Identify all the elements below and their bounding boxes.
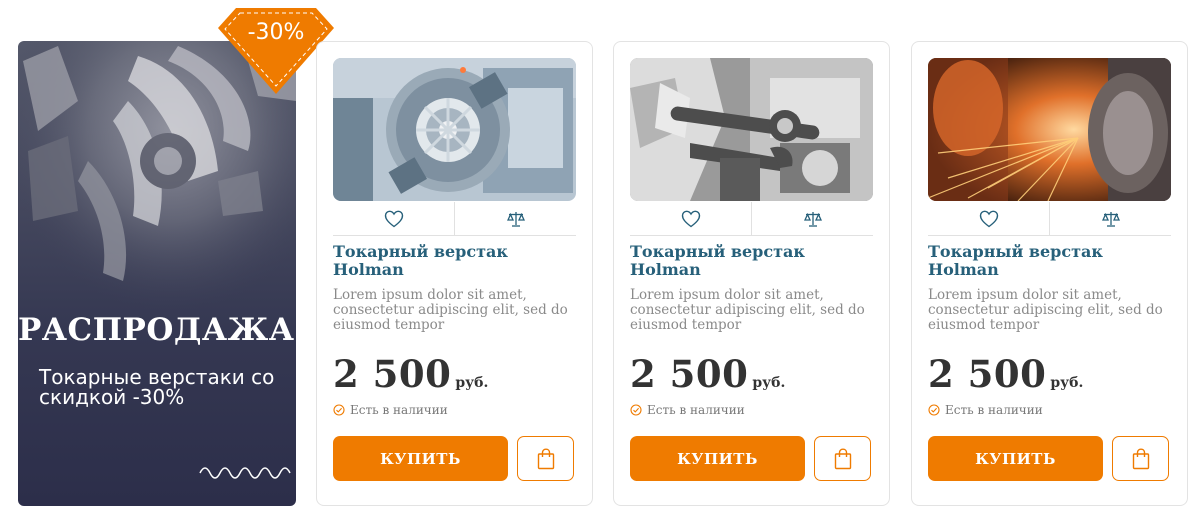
shopping-bag-icon — [1132, 447, 1149, 469]
sale-banner[interactable]: РАСПРОДАЖА Токарные верстаки со скидкой … — [18, 41, 296, 506]
stock-status: Есть в наличии — [630, 403, 745, 417]
price-value: 2 500 — [333, 352, 452, 396]
stock-status: Есть в наличии — [928, 403, 1043, 417]
product-image[interactable] — [630, 58, 873, 201]
stock-label: Есть в наличии — [647, 403, 745, 417]
price-currency: руб. — [1050, 375, 1084, 391]
product-title[interactable]: Токарный верстак Holman — [333, 243, 563, 279]
product-description: Lorem ipsum dolor sit amet, consectetur … — [928, 287, 1163, 333]
stock-status: Есть в наличии — [333, 403, 448, 417]
compare-button[interactable] — [751, 202, 873, 235]
product-description: Lorem ipsum dolor sit amet, consectetur … — [333, 287, 568, 333]
sale-subtitle: Токарные верстаки со скидкой -30% — [39, 365, 275, 409]
buy-button[interactable]: КУПИТЬ — [928, 436, 1103, 481]
product-description: Lorem ipsum dolor sit amet, consectetur … — [630, 287, 865, 333]
product-price: 2 500 руб. — [928, 352, 1083, 396]
check-circle-icon — [333, 404, 345, 416]
product-price: 2 500 руб. — [630, 352, 785, 396]
price-value: 2 500 — [630, 352, 749, 396]
product-actions — [630, 202, 873, 236]
sale-title: РАСПРОДАЖА — [18, 312, 295, 348]
heart-icon — [979, 210, 998, 227]
shopping-bag-icon — [834, 447, 851, 469]
check-circle-icon — [928, 404, 940, 416]
stock-label: Есть в наличии — [945, 403, 1043, 417]
discount-badge: -30% — [247, 20, 305, 45]
add-to-cart-button[interactable] — [1112, 436, 1169, 481]
scales-icon — [506, 211, 525, 227]
wave-icon — [199, 467, 291, 479]
heart-icon — [681, 210, 700, 227]
product-image[interactable] — [333, 58, 576, 201]
product-title[interactable]: Токарный верстак Holman — [630, 243, 860, 279]
product-actions — [928, 202, 1171, 236]
add-to-cart-button[interactable] — [517, 436, 574, 481]
favorite-button[interactable] — [333, 202, 454, 235]
compare-button[interactable] — [1049, 202, 1171, 235]
add-to-cart-button[interactable] — [814, 436, 871, 481]
product-card[interactable]: Токарный верстак Holman Lorem ipsum dolo… — [613, 41, 890, 506]
product-image[interactable] — [928, 58, 1171, 201]
product-title[interactable]: Токарный верстак Holman — [928, 243, 1158, 279]
price-currency: руб. — [455, 375, 489, 391]
favorite-button[interactable] — [630, 202, 751, 235]
buy-button[interactable]: КУПИТЬ — [333, 436, 508, 481]
price-value: 2 500 — [928, 352, 1047, 396]
shopping-bag-icon — [537, 447, 554, 469]
favorite-button[interactable] — [928, 202, 1049, 235]
heart-icon — [384, 210, 403, 227]
product-price: 2 500 руб. — [333, 352, 488, 396]
compare-button[interactable] — [454, 202, 576, 235]
stock-label: Есть в наличии — [350, 403, 448, 417]
buy-button[interactable]: КУПИТЬ — [630, 436, 805, 481]
check-circle-icon — [630, 404, 642, 416]
product-card[interactable]: Токарный верстак Holman Lorem ipsum dolo… — [911, 41, 1188, 506]
price-currency: руб. — [752, 375, 786, 391]
product-card[interactable]: Токарный верстак Holman Lorem ipsum dolo… — [316, 41, 593, 506]
scales-icon — [803, 211, 822, 227]
scales-icon — [1101, 211, 1120, 227]
product-actions — [333, 202, 576, 236]
